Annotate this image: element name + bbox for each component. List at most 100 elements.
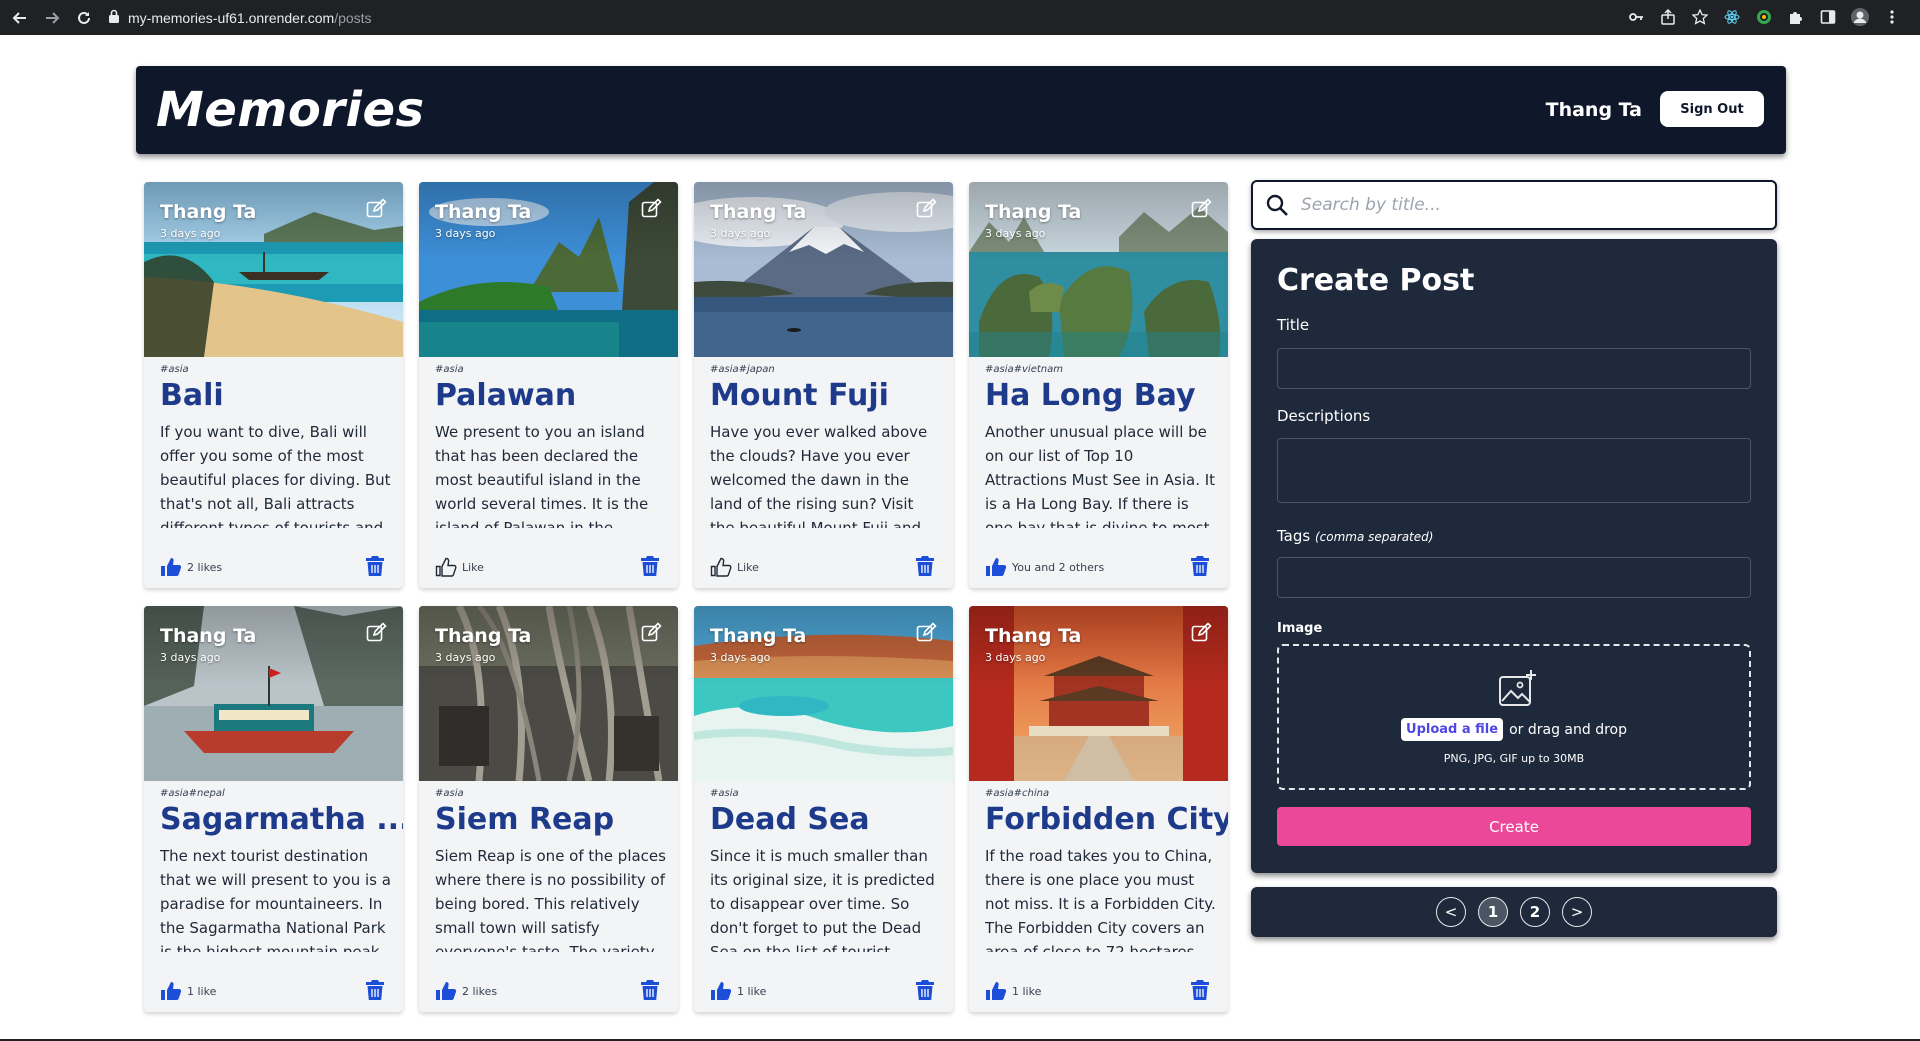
create-button[interactable]: Create [1277,807,1751,846]
post-image[interactable]: Thang Ta 3 days ago [144,182,403,357]
search-icon [1266,194,1288,216]
post-author: Thang Ta [985,201,1082,223]
url-path: /posts [334,9,372,26]
post-message: We present to you an island that has bee… [435,423,649,528]
tags-input[interactable] [1277,557,1751,598]
post-time: 3 days ago [710,227,771,240]
edit-icon[interactable] [915,198,937,220]
extensions-puzzle-icon[interactable] [1786,7,1806,27]
post-tags: #asia#nepal [160,788,225,799]
descriptions-textarea[interactable] [1277,438,1751,503]
edit-icon[interactable] [640,198,662,220]
like-button[interactable]: 1 like [160,981,216,1001]
post-card[interactable]: Thang Ta 3 days ago #asia#vietnam Ha Lon… [969,182,1228,588]
sign-out-button[interactable]: Sign Out [1660,91,1764,127]
post-image[interactable]: Thang Ta 3 days ago [694,606,953,781]
address-bar[interactable]: my-memories-uf61.onrender.com/posts [108,9,372,26]
edit-icon[interactable] [1190,198,1212,220]
trash-icon[interactable] [1190,979,1210,1001]
url-host: my-memories-uf61.onrender.com [128,9,335,26]
edit-icon[interactable] [1190,622,1212,644]
post-author: Thang Ta [160,625,257,647]
thumbs-up-icon [161,558,182,576]
like-button[interactable]: 1 like [985,981,1041,1001]
trash-icon[interactable] [640,979,660,1001]
post-title: Bali [160,378,224,413]
trash-icon[interactable] [1190,555,1210,577]
post-image[interactable]: Thang Ta 3 days ago [419,606,678,781]
post-title: Siem Reap [435,802,615,837]
post-image[interactable]: Thang Ta 3 days ago [969,182,1228,357]
post-author: Thang Ta [710,201,807,223]
edit-icon[interactable] [915,622,937,644]
post-title: Sagarmatha ... [160,802,403,837]
like-button[interactable]: 1 like [710,981,766,1001]
app-logo[interactable]: Memories [156,82,425,138]
post-tags: #asia [435,788,464,799]
post-message: If you want to dive, Bali will offer you… [160,423,391,528]
like-count: 1 like [1012,984,1042,998]
trash-icon[interactable] [915,979,935,1001]
posts-grid: Thang Ta 3 days ago #asia Bali If you wa… [144,182,1229,1012]
edit-icon[interactable] [365,622,387,644]
upload-file-button[interactable]: Upload a file [1401,718,1504,741]
react-devtools-icon[interactable] [1722,7,1742,27]
prev-page-button[interactable]: < [1436,897,1466,927]
post-card[interactable]: Thang Ta 3 days ago #asia#japan Mount Fu… [694,182,953,588]
post-author: Thang Ta [160,201,257,223]
post-message: Have you ever walked above the clouds? H… [710,423,928,528]
post-card[interactable]: Thang Ta 3 days ago #asia#china Forbidde… [969,606,1228,1012]
post-card[interactable]: Thang Ta 3 days ago #asia#nepal Sagarmat… [144,606,403,1012]
thumbs-up-icon [986,558,1007,576]
back-arrow-icon[interactable] [10,8,30,28]
edit-icon[interactable] [640,622,662,644]
post-time: 3 days ago [160,227,221,240]
share-icon[interactable] [1658,7,1678,27]
post-card[interactable]: Thang Ta 3 days ago #asia Palawan We pre… [419,182,678,588]
extension-green-icon[interactable] [1754,7,1774,27]
thumbs-up-icon [986,982,1007,1000]
post-message: The next tourist destination that we wil… [160,847,391,952]
post-image[interactable]: Thang Ta 3 days ago [144,606,403,781]
title-input[interactable] [1277,348,1751,389]
post-time: 3 days ago [710,651,771,664]
post-card[interactable]: Thang Ta 3 days ago #asia Bali If you wa… [144,182,403,588]
trash-icon[interactable] [365,979,385,1001]
post-tags: #asia#vietnam [985,364,1063,375]
image-dropzone[interactable]: Upload a file or drag and drop PNG, JPG,… [1277,644,1751,790]
page-button-1[interactable]: 1 [1478,897,1508,927]
profile-avatar-icon[interactable] [1850,7,1870,27]
like-button[interactable]: You and 2 others [985,557,1104,577]
like-button[interactable]: Like [710,557,759,577]
trash-icon[interactable] [365,555,385,577]
post-image[interactable]: Thang Ta 3 days ago [694,182,953,357]
thumbs-up-outline-icon [710,557,732,577]
post-tags: #asia#china [985,788,1050,799]
post-title: Mount Fuji [710,378,889,413]
like-count: 2 likes [187,560,223,574]
side-panel-icon[interactable] [1818,7,1838,27]
edit-icon[interactable] [365,198,387,220]
post-image[interactable]: Thang Ta 3 days ago [969,606,1228,781]
like-button[interactable]: Like [435,557,484,577]
bookmark-star-icon[interactable] [1690,7,1710,27]
site-info-icon[interactable] [108,9,120,26]
post-image[interactable]: Thang Ta 3 days ago [419,182,678,357]
forward-arrow-icon[interactable] [42,8,62,28]
post-author: Thang Ta [710,625,807,647]
like-button[interactable]: 2 likes [160,557,222,577]
like-count: 1 like [187,984,217,998]
page-button-2[interactable]: 2 [1520,897,1550,927]
reload-icon[interactable] [74,8,94,28]
key-icon[interactable] [1626,7,1646,27]
post-card[interactable]: Thang Ta 3 days ago #asia Dead Sea Since… [694,606,953,1012]
trash-icon[interactable] [640,555,660,577]
create-post-form: Create Post Title Descriptions Tags (com… [1251,239,1777,873]
like-button[interactable]: 2 likes [435,981,497,1001]
post-card[interactable]: Thang Ta 3 days ago #asia Siem Reap Siem… [419,606,678,1012]
next-page-button[interactable]: > [1562,897,1592,927]
menu-dots-icon[interactable] [1882,7,1902,27]
search-input[interactable] [1301,195,1775,215]
trash-icon[interactable] [915,555,935,577]
thumbs-up-icon [711,982,732,1000]
